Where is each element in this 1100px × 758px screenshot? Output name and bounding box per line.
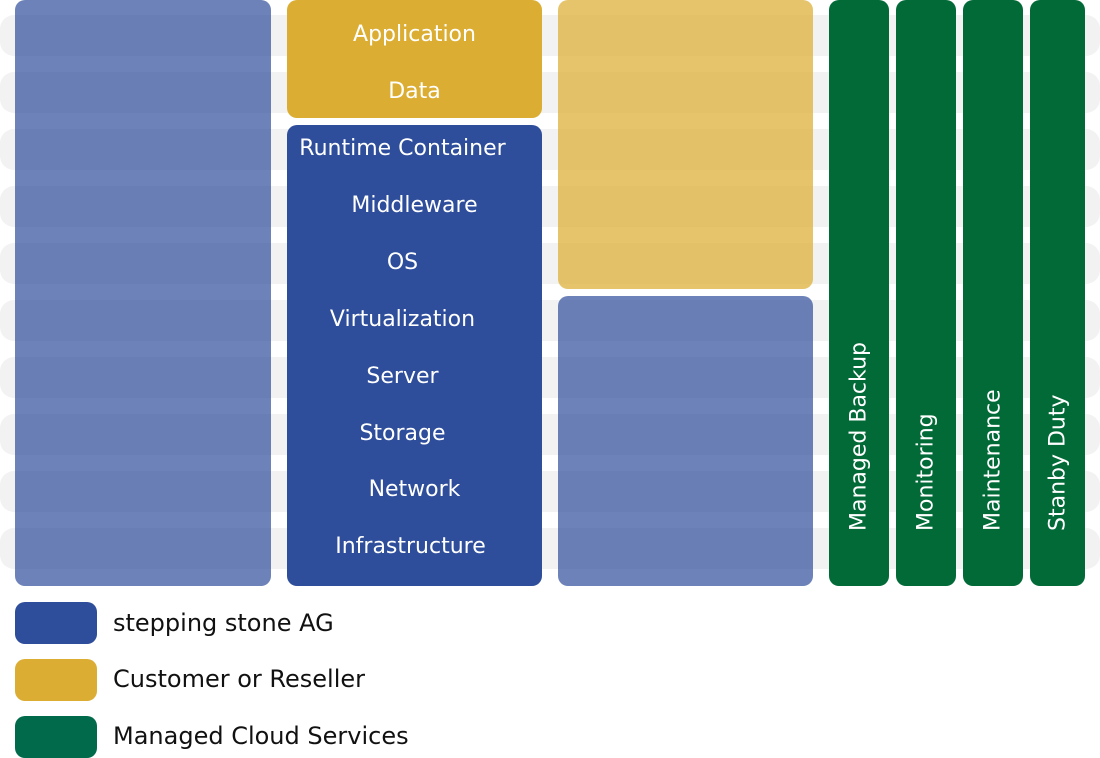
- layer-infrastructure: Infrastructure: [335, 534, 486, 559]
- layer-storage: Storage: [359, 421, 446, 446]
- legend-swatch-stepping-stone: [15, 602, 97, 644]
- legend-label-managed-services: Managed Cloud Services: [113, 722, 409, 750]
- legend-label-customer: Customer or Reseller: [113, 665, 365, 693]
- service-label: Stanby Duty: [1045, 394, 1070, 531]
- layer-server: Server: [366, 364, 439, 389]
- service-standby-duty: Stanby Duty: [1030, 0, 1085, 586]
- service-managed-backup: Managed Backup: [829, 0, 889, 586]
- service-monitoring: Monitoring: [896, 0, 956, 586]
- legend-swatch-managed-services: [15, 716, 97, 758]
- layer-data: Data: [388, 79, 441, 104]
- legend-label-stepping-stone: stepping stone AG: [113, 609, 334, 637]
- layer-runtime-container: Runtime Container: [299, 136, 506, 161]
- service-maintenance: Maintenance: [963, 0, 1023, 586]
- legend-swatch-customer: [15, 659, 97, 701]
- service-label: Monitoring: [913, 413, 939, 531]
- customer-layers-block: Application Data: [287, 0, 542, 118]
- service-label: Maintenance: [980, 389, 1006, 531]
- layer-virtualization: Virtualization: [329, 307, 476, 332]
- service-label: Managed Backup: [846, 342, 872, 531]
- layer-os: OS: [386, 250, 419, 275]
- column-1-provider-block: [15, 0, 271, 586]
- layer-application: Application: [353, 22, 476, 47]
- layer-middleware: Middleware: [351, 193, 478, 218]
- column-3-customer-block: [558, 0, 813, 289]
- layer-network: Network: [368, 477, 461, 502]
- provider-layers-block: Runtime Container Middleware OS Virtuali…: [287, 125, 542, 586]
- column-3-provider-block: [558, 296, 813, 586]
